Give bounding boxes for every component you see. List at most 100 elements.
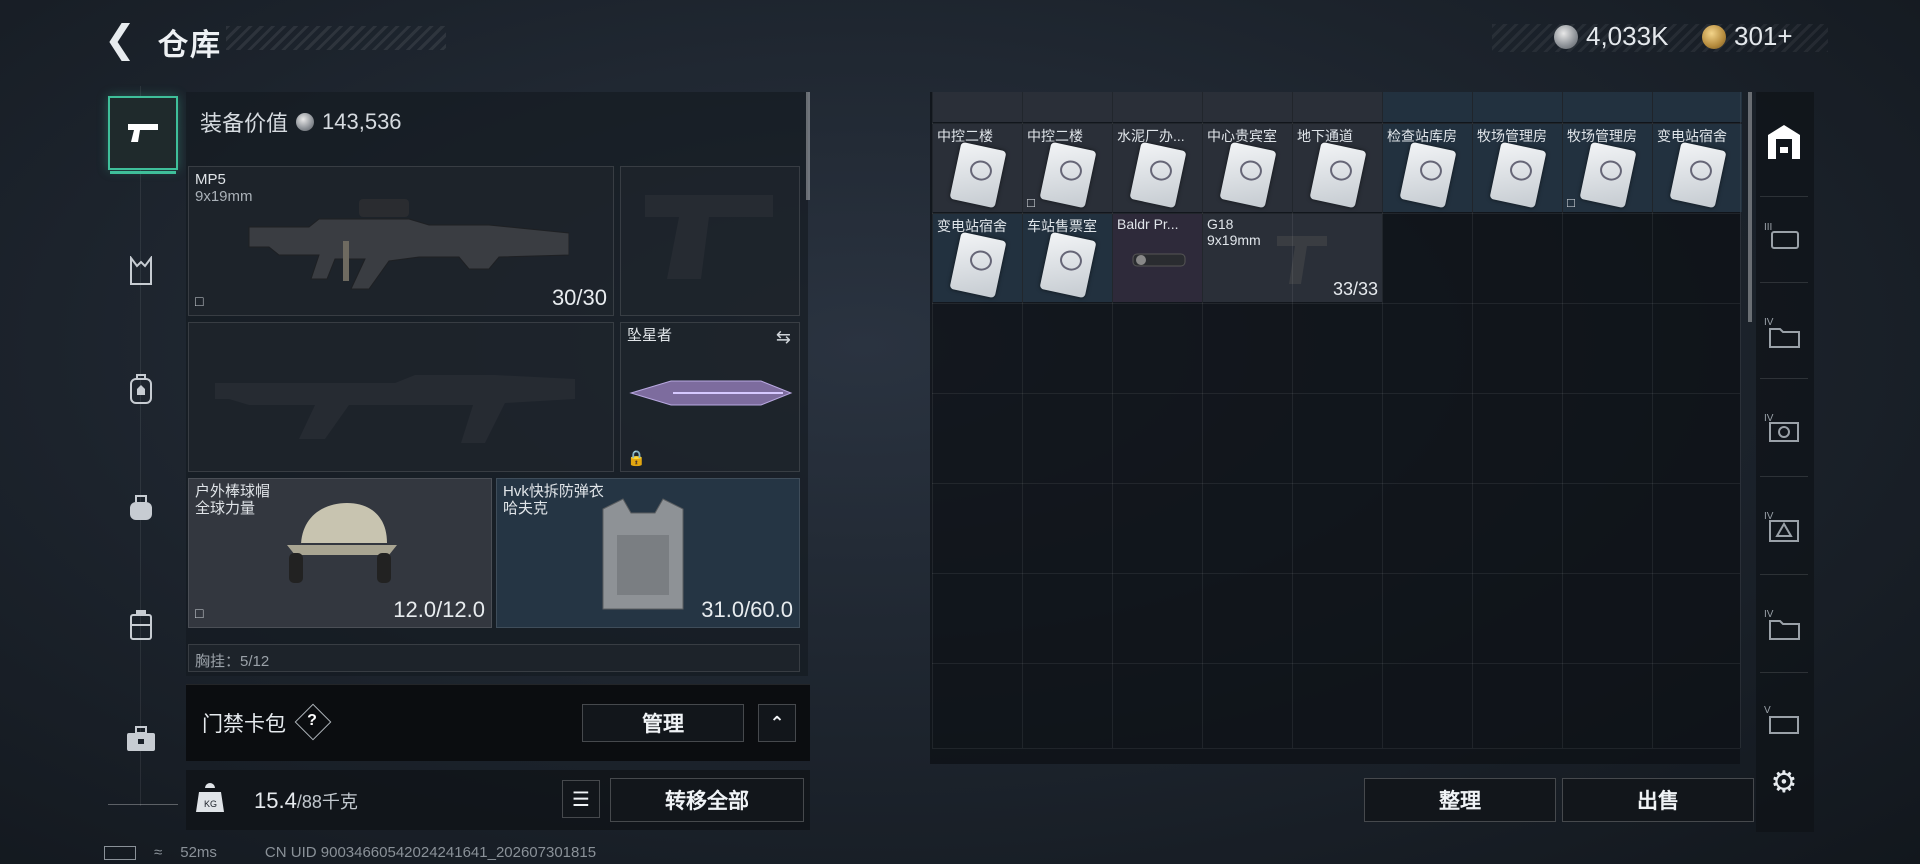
keycard-icon (1669, 141, 1727, 209)
melee-slot[interactable]: 坠星者 ⇆ 🔒 (620, 322, 800, 472)
primary-weapon-slot[interactable]: MP5 9x19mm □ 30/30 (188, 166, 614, 316)
vest-icon (130, 256, 152, 285)
helmet-name: 户外棒球帽 全球力量 (195, 483, 271, 517)
g18-ammo-count: 33/33 (1332, 279, 1378, 299)
not-insured-icon: □ (195, 605, 204, 621)
keycard-item[interactable]: 水泥厂办... (1113, 124, 1202, 212)
grid-cell[interactable] (1023, 92, 1112, 122)
rail-item-weapons[interactable] (108, 96, 178, 174)
silver-coin-icon (296, 113, 315, 131)
keycard-item[interactable]: 地下通道 (1293, 124, 1382, 212)
container-tab-iv-box-icon[interactable]: IV (1756, 594, 1812, 654)
secondary-weapon-slot-empty[interactable] (188, 322, 614, 472)
case-icon (130, 610, 152, 640)
rail-item-bag[interactable] (108, 472, 174, 542)
rail-item-case[interactable] (108, 590, 174, 660)
collapse-chevron-up-icon[interactable]: ⌃ (758, 704, 796, 742)
armor-name: Hvk快拆防弹衣 哈夫克 (503, 483, 604, 517)
rail-bottom-line (108, 804, 178, 805)
storage-tab-icon[interactable] (1756, 112, 1812, 172)
container-tab-iv-camera-icon[interactable]: IV (1756, 398, 1812, 458)
mp5-image (248, 199, 569, 290)
lock-icon: 🔒 (627, 450, 646, 467)
keycard-icon (1309, 141, 1367, 209)
keycard-icon (1039, 231, 1097, 299)
helmet-slot[interactable]: 户外棒球帽 全球力量 □ 12.0/12.0 (188, 478, 492, 628)
keycard-item[interactable]: 牧场管理房 □ (1563, 124, 1652, 212)
armor-slot[interactable]: Hvk快拆防弹衣 哈夫克 31.0/60.0 (496, 478, 800, 628)
equipment-scrollbar[interactable] (806, 92, 810, 200)
sort-button[interactable]: 整理 (1364, 778, 1556, 822)
pistol-slot-empty[interactable] (620, 166, 800, 316)
container-tab-iii-icon[interactable]: III (1756, 206, 1812, 266)
container-tab-iv-warning-icon[interactable]: IV (1756, 496, 1812, 556)
weight-icon: KG (196, 780, 228, 820)
keycard-item[interactable]: 中控二楼 □ (1023, 124, 1112, 212)
silver-currency: 4,033K (1554, 21, 1668, 52)
grid-cell[interactable] (1293, 92, 1382, 122)
equipment-value-label: 装备价值 (200, 111, 289, 136)
keycard-icon (1129, 141, 1187, 209)
keycard-item[interactable]: 中心贵宾室 (1203, 124, 1292, 212)
svg-text:IV: IV (1764, 317, 1774, 328)
keycard-item[interactable]: 中控二楼 (933, 124, 1022, 212)
list-view-icon[interactable]: ☰ (562, 780, 600, 818)
back-arrow-icon[interactable]: ❮ (104, 20, 136, 60)
grid-scrollbar[interactable] (1748, 92, 1752, 322)
keycard-item[interactable]: 变电站宿舍 (1653, 124, 1742, 212)
grid-cell[interactable] (933, 92, 1022, 122)
grid-cell[interactable] (1563, 92, 1652, 122)
rifle-placeholder-icon (215, 375, 575, 443)
grid-cell[interactable] (1653, 92, 1742, 122)
container-tab-iv-folder-icon[interactable]: IV (1756, 302, 1812, 362)
help-icon[interactable]: ? (300, 709, 324, 733)
manage-button[interactable]: 管理 (582, 704, 744, 742)
equipment-value-amount: 143,536 (322, 109, 402, 134)
pistol-icon (128, 124, 158, 142)
scope-item[interactable]: Baldr Pr... (1113, 214, 1202, 302)
svg-text:IV: IV (1764, 609, 1774, 620)
status-bar: ≈ 52ms CN UID 9003466054202424164​1_2026… (104, 844, 596, 861)
weight-readout: 15.4/88千克 (254, 788, 358, 813)
scope-image (1132, 253, 1186, 267)
wifi-icon: ≈ (154, 844, 163, 861)
page-title: 仓库 (158, 29, 222, 62)
keycard-item[interactable]: 车站售票室 (1023, 214, 1112, 302)
keycard-item[interactable]: 变电站宿舍 (933, 214, 1022, 302)
chest-rig-label: 胸挂：5/12 (195, 653, 270, 670)
grid-cell[interactable] (1383, 92, 1472, 122)
keycard-item[interactable]: 牧场管理房 (1473, 124, 1562, 212)
keycard-icon (1039, 141, 1097, 209)
gold-amount: 301+ (1734, 21, 1793, 51)
rail-item-vest[interactable] (108, 236, 174, 306)
vest-image (602, 498, 684, 610)
bag-icon (130, 495, 152, 520)
g18-image (1277, 236, 1327, 284)
keycard-icon (1579, 141, 1637, 209)
chest-rig-slot[interactable]: 胸挂：5/12 (188, 644, 800, 672)
svg-text:III: III (1764, 222, 1772, 233)
keycard-icon (1219, 141, 1277, 209)
settings-gear-icon[interactable]: ⚙ (1756, 752, 1812, 812)
knife-image (629, 380, 793, 406)
uid-text: CN UID 9003466054202424164​1_20260730181… (264, 844, 597, 861)
silver-coin-icon (1554, 24, 1578, 49)
container-tab-v-icon[interactable]: V (1756, 690, 1812, 750)
keycard-item[interactable]: 检查站库房 (1383, 124, 1472, 212)
swap-icon[interactable]: ⇆ (776, 327, 791, 348)
gold-coin-icon (1702, 24, 1726, 49)
battery-icon (104, 845, 136, 860)
rail-item-toolbox[interactable] (108, 704, 174, 774)
grid-cell[interactable] (1473, 92, 1562, 122)
transfer-all-button[interactable]: 转移全部 (610, 778, 804, 822)
armor-durability: 31.0/60.0 (701, 597, 793, 622)
grid-cell[interactable] (1113, 92, 1202, 122)
sell-button[interactable]: 出售 (1562, 778, 1754, 822)
not-insured-icon: □ (195, 293, 204, 309)
grid-cell[interactable] (1203, 92, 1292, 122)
primary-weapon-ammo-count: 30/30 (551, 285, 607, 310)
svg-text:V: V (1764, 705, 1771, 716)
rail-item-backpack[interactable] (108, 354, 174, 424)
keycard-label: 门禁卡包 (202, 713, 286, 736)
gold-currency[interactable]: 301+ (1702, 21, 1793, 52)
